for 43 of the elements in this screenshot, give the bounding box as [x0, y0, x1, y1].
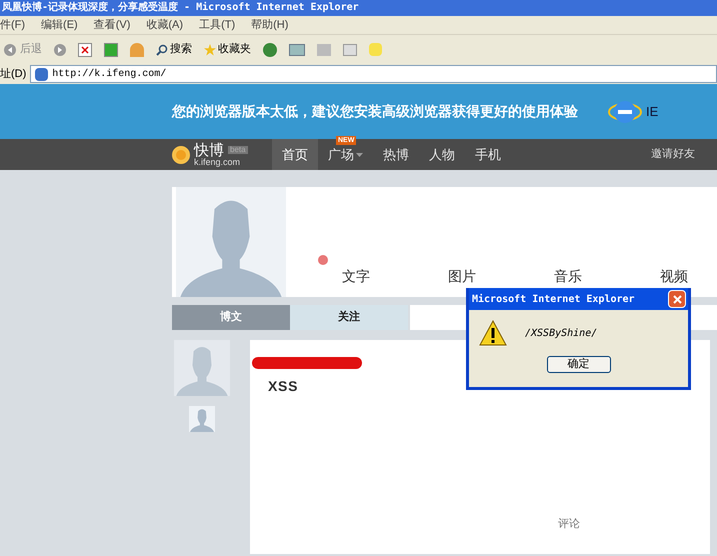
- star-icon: [204, 44, 216, 56]
- logo-icon: [172, 146, 190, 164]
- menu-item[interactable]: 件(F): [0, 16, 26, 34]
- media-tab[interactable]: 视频: [660, 266, 688, 287]
- address-text: http://k.ifeng.com/: [52, 68, 166, 82]
- search-icon: [156, 44, 168, 56]
- media-tab[interactable]: 音乐: [554, 266, 582, 287]
- nav-tab[interactable]: 手机: [465, 139, 511, 170]
- favorites-button[interactable]: 收藏夹: [204, 41, 251, 58]
- invite-friends-link[interactable]: 邀请好友: [651, 146, 695, 163]
- logo-domain: k.ifeng.com: [194, 158, 242, 166]
- forward-icon[interactable]: [54, 44, 66, 56]
- logo-text: 快博: [194, 142, 224, 158]
- media-tab[interactable]: 图片: [448, 266, 476, 287]
- window-title: 凤凰快博-记录体现深度，分享感受温度 - Microsoft Internet Explorer: [0, 0, 717, 16]
- search-button[interactable]: 搜索: [156, 41, 192, 58]
- profile-tab[interactable]: 关注: [290, 305, 408, 330]
- warning-icon: [479, 320, 507, 346]
- close-icon: [672, 294, 682, 304]
- media-tab[interactable]: 文字: [342, 266, 370, 287]
- banner-text: 您的浏览器版本太低，建议您安装高级浏览器获得更好的使用体验: [172, 102, 578, 121]
- address-field[interactable]: http://k.ifeng.com/: [30, 65, 717, 83]
- avatar-thumbnail: [174, 340, 230, 396]
- dot-marker-icon: [318, 255, 328, 265]
- browser-label: IE: [646, 102, 658, 121]
- dialog-message: /XSSByShine/: [525, 326, 598, 340]
- nav-tab[interactable]: 人物: [419, 139, 465, 170]
- dialog-title: Microsoft Internet Explorer: [472, 292, 635, 306]
- menu-item[interactable]: 编辑(E): [41, 16, 78, 34]
- nav-tab[interactable]: 首页: [272, 139, 318, 170]
- menu-item[interactable]: 工具(T): [199, 16, 236, 34]
- menu-item[interactable]: 帮助(H): [251, 16, 288, 34]
- caret-icon: [356, 152, 363, 156]
- menu-item[interactable]: 收藏(A): [146, 16, 184, 34]
- post-text: XSS: [268, 377, 298, 396]
- ok-button[interactable]: 确定: [546, 356, 610, 373]
- close-button[interactable]: [668, 290, 686, 308]
- small-avatar: [189, 406, 215, 432]
- stop-icon[interactable]: [78, 42, 92, 56]
- menu-item[interactable]: 查看(V): [94, 16, 130, 34]
- comment-link[interactable]: 评论: [558, 516, 580, 532]
- address-label: 址(D): [0, 66, 26, 82]
- nav-tab[interactable]: 热博: [373, 139, 419, 170]
